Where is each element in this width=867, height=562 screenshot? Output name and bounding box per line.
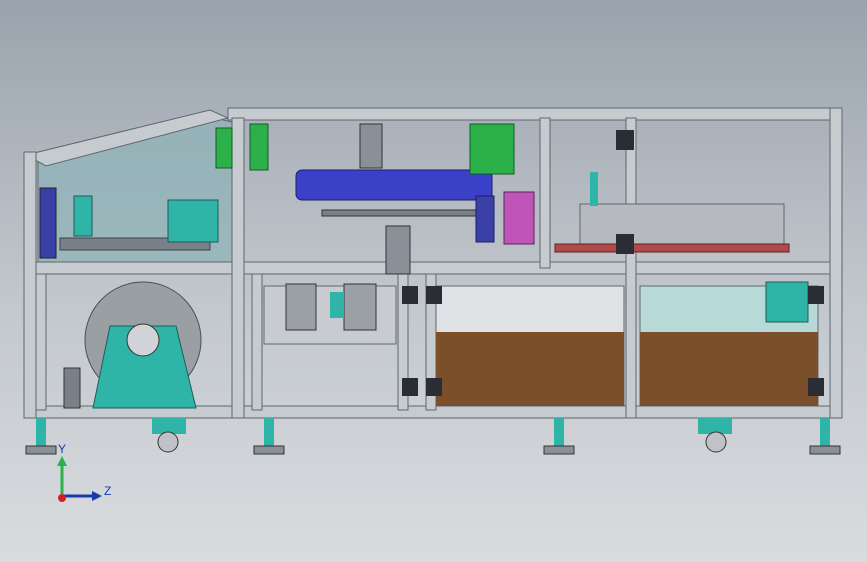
axis-y-label: Y — [58, 442, 67, 456]
corner-bracket-5 — [808, 286, 824, 304]
center-hanger — [359, 123, 383, 169]
corner-bracket-4 — [426, 378, 442, 396]
teal-pipe — [590, 172, 598, 206]
caster-2 — [698, 418, 732, 453]
green-bracket-upper-1 — [249, 123, 269, 171]
corner-bracket-3 — [402, 378, 418, 396]
tank-2-liquid — [640, 332, 818, 406]
post-2 — [231, 117, 245, 419]
corner-bracket-2 — [426, 286, 442, 304]
conveyor-base — [554, 243, 790, 253]
center-guide — [385, 225, 411, 275]
small-press — [73, 195, 93, 237]
green-bracket-upper-2 — [469, 123, 515, 175]
seal-teal-mount — [330, 292, 344, 318]
post-lower-a — [251, 273, 263, 411]
triad-arrows — [57, 456, 102, 502]
cad-viewport[interactable] — [0, 0, 867, 562]
corner-bracket-6 — [808, 378, 824, 396]
leveling-foot-2 — [253, 418, 285, 455]
corner-bracket-7 — [616, 130, 634, 150]
right-clamp — [167, 199, 219, 243]
left-fixture-column — [39, 187, 57, 259]
feed-roller — [503, 191, 535, 245]
post-3 — [539, 117, 551, 269]
blue-cylinder — [295, 169, 493, 201]
green-bracket-left — [215, 127, 233, 169]
leveling-foot-4 — [809, 418, 841, 455]
post-left-inner — [35, 273, 47, 411]
hanging-bar — [321, 209, 483, 217]
seal-block-1 — [285, 283, 317, 331]
orientation-triad: Y Z — [40, 440, 130, 520]
axis-z-label: Z — [104, 484, 112, 498]
top-rail — [227, 107, 841, 121]
corner-bracket-8 — [616, 234, 634, 254]
leveling-foot-3 — [543, 418, 575, 455]
conveyor-body — [579, 203, 785, 245]
seal-block-2 — [343, 283, 377, 331]
post-right — [829, 107, 843, 419]
post-left — [23, 151, 37, 419]
mid-rail — [23, 261, 843, 275]
caster-1 — [152, 418, 186, 453]
lower-left-pin — [63, 367, 81, 409]
roll-hub — [126, 323, 160, 357]
post-4 — [625, 117, 637, 419]
corner-bracket-1 — [402, 286, 418, 304]
motor-block — [475, 195, 495, 243]
tank-1-liquid — [436, 332, 624, 406]
tank-2-pump — [765, 281, 809, 323]
